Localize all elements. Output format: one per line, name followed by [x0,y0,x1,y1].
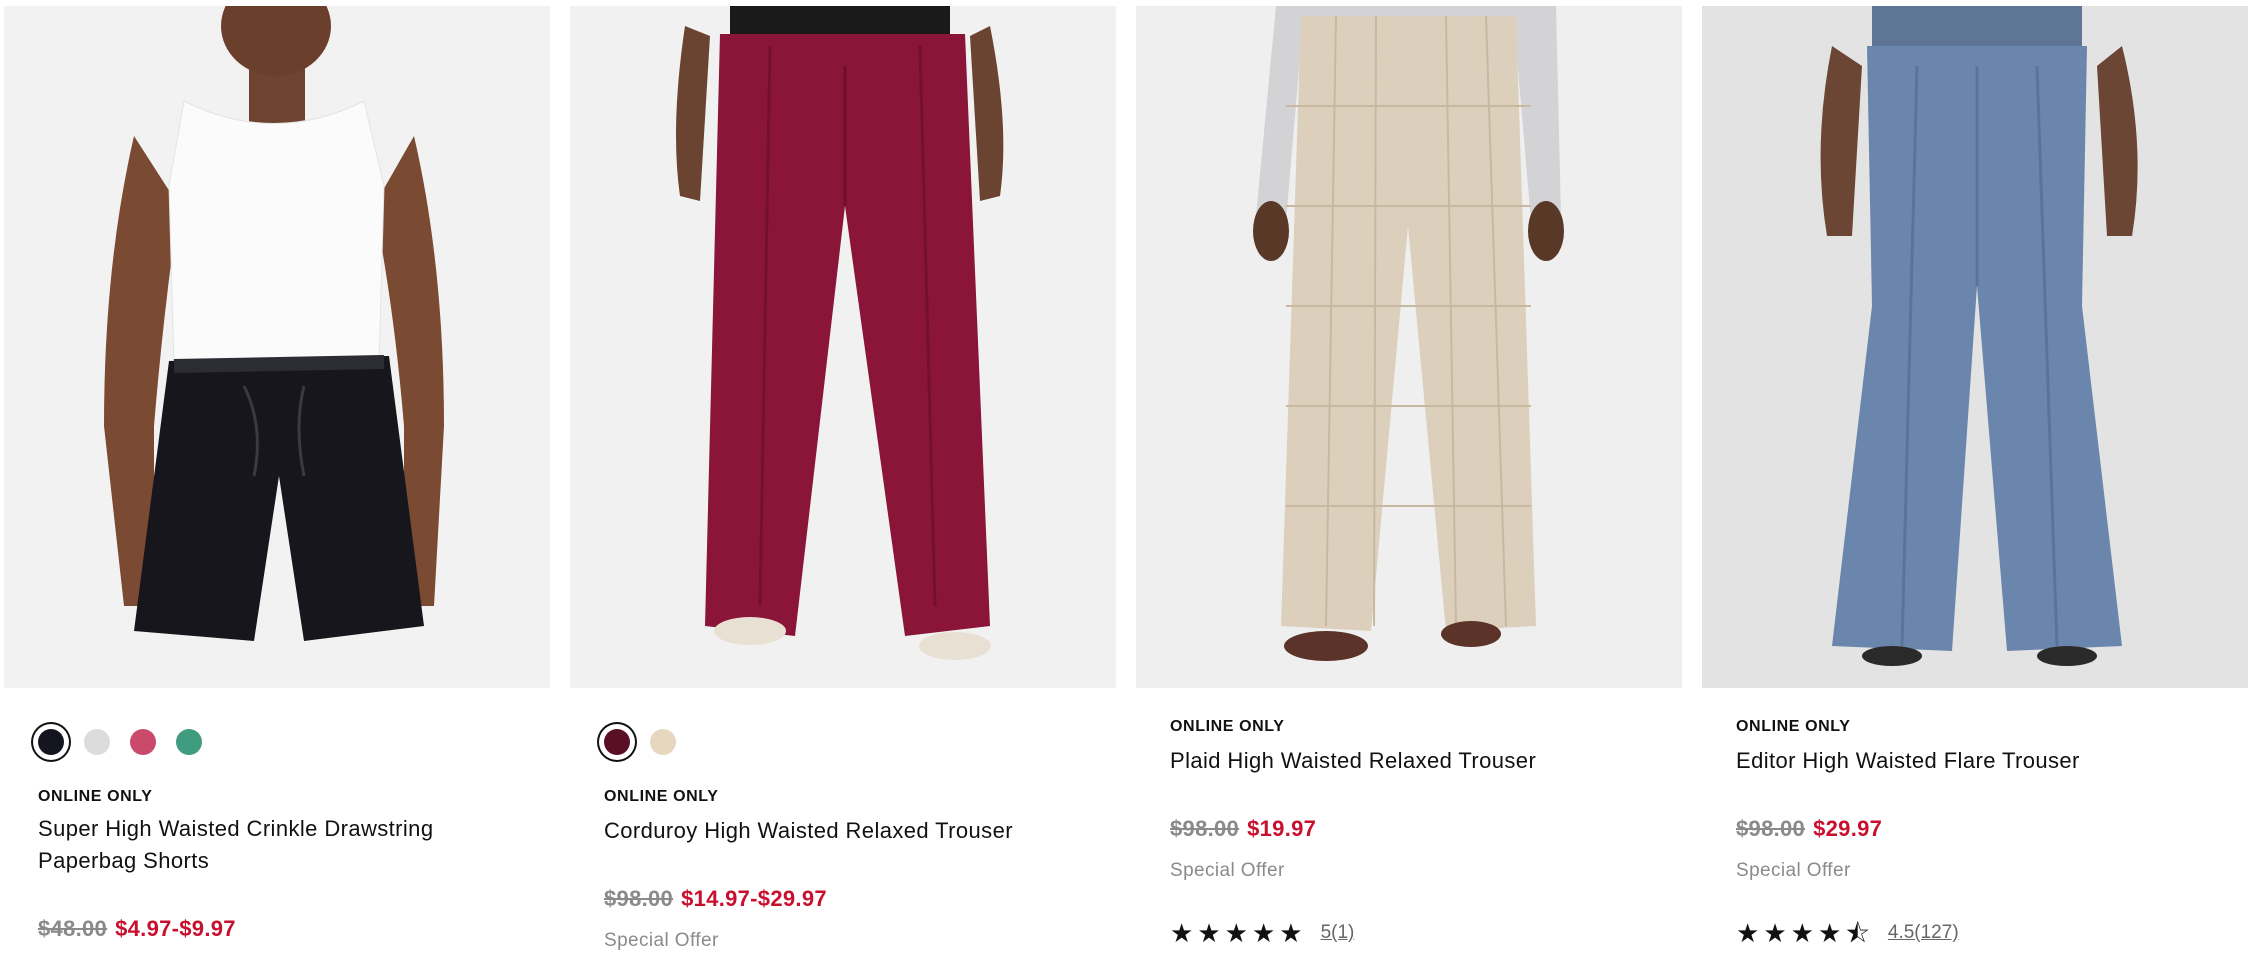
color-swatch[interactable] [130,729,156,755]
star-icon: ★ [1197,918,1221,948]
original-price: $98.00 [1170,816,1240,841]
product-image[interactable] [570,6,1116,688]
online-only-badge: ONLINE ONLY [604,788,719,805]
price: $98.00 $19.97 [1170,816,1316,842]
color-swatch[interactable] [176,729,202,755]
rating: ★ ★ ★ ★ ⯪ 4.5(127) [1736,920,1959,946]
product-title[interactable]: Plaid High Waisted Relaxed Trouser [1170,745,1650,777]
product-card: ONLINE ONLY Plaid High Waisted Relaxed T… [1136,0,1682,954]
online-only-badge: ONLINE ONLY [38,788,153,805]
star-icon: ★ [1817,918,1842,948]
product-card: ONLINE ONLY Corduroy High Waisted Relaxe… [570,0,1116,954]
star-icon: ★ [1790,918,1814,948]
price: $48.00 $4.97-$9.97 [38,916,236,942]
product-card: ONLINE ONLY Super High Waisted Crinkle D… [4,0,550,954]
color-swatches [604,725,676,759]
star-icon: ★ [1279,918,1303,948]
product-card: ONLINE ONLY Editor High Waisted Flare Tr… [1702,0,2248,954]
product-title[interactable]: Super High Waisted Crinkle Drawstring Pa… [38,813,518,877]
sale-price: $4.97-$9.97 [115,916,236,941]
price: $98.00 $29.97 [1736,816,1882,842]
star-icon: ★ [1224,918,1248,948]
color-swatch[interactable] [38,729,64,755]
product-image[interactable] [1136,6,1682,688]
star-icon: ★ [1170,918,1194,948]
price: $98.00 $14.97-$29.97 [604,886,827,912]
special-offer-label: Special Offer [1170,860,1285,881]
star-icon: ★ [1736,918,1760,948]
color-swatches [38,725,202,759]
rating: ★ ★ ★ ★ ★ 5(1) [1170,920,1354,946]
original-price: $48.00 [38,916,108,941]
review-count-link[interactable]: 4.5(127) [1888,922,1959,944]
original-price: $98.00 [604,886,674,911]
sale-price: $29.97 [1813,816,1883,841]
color-swatch[interactable] [84,729,110,755]
review-count-link[interactable]: 5(1) [1321,922,1355,944]
product-title[interactable]: Editor High Waisted Flare Trouser [1736,745,2216,777]
product-title[interactable]: Corduroy High Waisted Relaxed Trouser [604,815,1084,847]
sale-price: $14.97-$29.97 [681,886,827,911]
special-offer-label: Special Offer [1736,860,1851,881]
sale-price: $19.97 [1247,816,1317,841]
product-grid: ONLINE ONLY Super High Waisted Crinkle D… [0,0,2252,954]
product-image[interactable] [4,6,550,688]
color-swatch[interactable] [604,729,630,755]
special-offer-label: Special Offer [604,930,719,951]
online-only-badge: ONLINE ONLY [1736,718,1851,735]
product-image[interactable] [1702,6,2248,688]
online-only-badge: ONLINE ONLY [1170,718,1285,735]
original-price: $98.00 [1736,816,1806,841]
star-icon: ★ [1251,918,1276,948]
star-icon: ★ [1763,918,1787,948]
color-swatch[interactable] [650,729,676,755]
half-star-icon: ⯪ [1845,918,1870,948]
